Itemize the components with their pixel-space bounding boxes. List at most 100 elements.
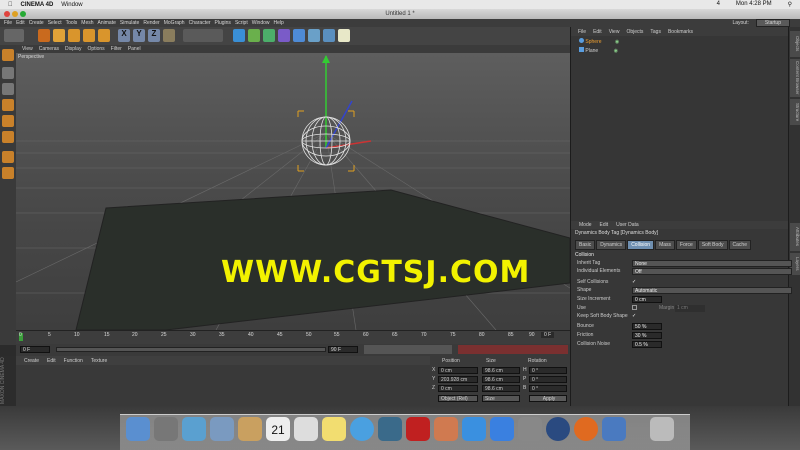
apple-icon[interactable]:  <box>8 2 13 8</box>
menu-help[interactable]: Help <box>274 20 284 26</box>
undo-icon[interactable] <box>4 29 24 42</box>
apply-button[interactable]: Apply <box>529 395 567 402</box>
deformer-icon[interactable] <box>278 29 290 42</box>
notes-icon[interactable] <box>322 417 346 441</box>
edges-mode-icon[interactable] <box>2 115 14 127</box>
collider-tag-icon[interactable]: ◉ <box>614 48 618 54</box>
friction-field[interactable]: 30 % <box>632 332 662 339</box>
dynamics-tag-icon[interactable]: ◉ <box>615 39 619 45</box>
object-row-plane[interactable]: Plane ◉ <box>579 47 618 54</box>
viewport-menu-view[interactable]: View <box>22 46 33 52</box>
size-mode-dropdown[interactable]: Size <box>482 395 520 402</box>
scale-icon[interactable] <box>68 29 80 42</box>
tab-basic[interactable]: Basic <box>575 240 596 250</box>
menu-simulate[interactable]: Simulate <box>120 20 139 26</box>
viewport-menu-options[interactable]: Options <box>87 46 104 52</box>
mail-icon[interactable] <box>210 417 234 441</box>
floor-icon[interactable] <box>308 29 320 42</box>
start-frame-field[interactable]: 0 F <box>20 346 50 353</box>
y-axis-button[interactable]: Y <box>133 29 145 42</box>
tab-content-browser[interactable]: Content Browser <box>790 59 800 97</box>
points-mode-icon[interactable] <box>2 99 14 111</box>
viewport-menu-filter[interactable]: Filter <box>111 46 122 52</box>
move-icon[interactable] <box>53 29 65 42</box>
spline-icon[interactable] <box>293 29 305 42</box>
app-menu[interactable]: CINEMA 4D <box>21 2 54 8</box>
playback-controls[interactable] <box>364 345 452 354</box>
size-x-field[interactable]: 98.6 cm <box>482 367 520 374</box>
viewport-menu-display[interactable]: Display <box>65 46 81 52</box>
workplane-mode-icon[interactable] <box>2 83 14 95</box>
axis-mode-icon[interactable] <box>2 151 14 163</box>
rotation-h-field[interactable]: 0 ° <box>529 367 567 374</box>
material-menu-texture[interactable]: Texture <box>91 358 107 364</box>
live-select-icon[interactable] <box>38 29 50 42</box>
movie-app-icon[interactable] <box>602 417 626 441</box>
range-slider[interactable] <box>56 347 326 352</box>
inherit-tag-dropdown[interactable]: None <box>632 260 792 267</box>
minimize-button[interactable] <box>12 11 18 17</box>
zoom-button[interactable] <box>20 11 26 17</box>
attributes-menu-edit[interactable]: Edit <box>600 222 609 228</box>
coord-mode-dropdown[interactable]: Object (Rel) <box>438 395 478 402</box>
cinema-4d-icon[interactable] <box>546 417 570 441</box>
individual-elements-dropdown[interactable]: Off <box>632 268 792 275</box>
finder-icon[interactable] <box>126 417 150 441</box>
texture-mode-icon[interactable] <box>2 67 14 79</box>
menu-select[interactable]: Select <box>48 20 62 26</box>
calendar-icon[interactable]: 21 <box>266 417 290 441</box>
render-buttons[interactable] <box>183 29 223 42</box>
position-z-field[interactable]: 0 cm <box>438 385 478 392</box>
camera-icon[interactable] <box>323 29 335 42</box>
menu-animate[interactable]: Animate <box>98 20 116 26</box>
menu-script[interactable]: Script <box>235 20 248 26</box>
tab-objects[interactable]: Objects <box>790 31 800 57</box>
tab-dynamics[interactable]: Dynamics <box>596 240 627 250</box>
trash-icon[interactable] <box>650 417 674 441</box>
coordinate-system-icon[interactable] <box>163 29 175 42</box>
system-preferences-icon[interactable] <box>518 417 542 441</box>
array-icon[interactable] <box>263 29 275 42</box>
layout-dropdown[interactable]: Startup <box>755 19 790 27</box>
object-menu-file[interactable]: File <box>578 29 586 35</box>
menu-plugins[interactable]: Plugins <box>215 20 231 26</box>
viewport-menu-cameras[interactable]: Cameras <box>39 46 59 52</box>
messages-icon[interactable] <box>350 417 374 441</box>
reminders-icon[interactable] <box>294 417 318 441</box>
menu-render[interactable]: Render <box>143 20 159 26</box>
itunes-icon[interactable] <box>462 417 486 441</box>
rotate-icon[interactable] <box>83 29 95 42</box>
add-icon[interactable] <box>98 29 110 42</box>
app-store-icon[interactable] <box>490 417 514 441</box>
object-menu-view[interactable]: View <box>609 29 620 35</box>
keep-soft-body-checkbox[interactable]: ✓ <box>632 313 636 319</box>
z-axis-button[interactable]: Z <box>148 29 160 42</box>
self-collisions-checkbox[interactable]: ✓ <box>632 279 636 285</box>
contacts-icon[interactable] <box>238 417 262 441</box>
keyframe-controls[interactable] <box>458 345 568 354</box>
menu-file[interactable]: File <box>4 20 12 26</box>
x-axis-button[interactable]: X <box>118 29 130 42</box>
tab-soft-body[interactable]: Soft Body <box>697 240 728 250</box>
spotlight-icon[interactable]: ⚲ <box>788 1 792 8</box>
object-menu-objects[interactable]: Objects <box>626 29 643 35</box>
model-mode-icon[interactable] <box>2 49 14 61</box>
tab-structure[interactable]: Structure <box>790 99 800 125</box>
object-menu-edit[interactable]: Edit <box>593 29 602 35</box>
tab-cache[interactable]: Cache <box>728 240 751 250</box>
menu-mesh[interactable]: Mesh <box>81 20 93 26</box>
iphoto-icon[interactable] <box>434 417 458 441</box>
position-x-field[interactable]: 0 cm <box>438 367 478 374</box>
position-y-field[interactable]: 203.928 cm <box>438 376 478 383</box>
size-increment-field[interactable]: 0 cm <box>632 296 662 303</box>
light-icon[interactable] <box>338 29 350 42</box>
perspective-viewport[interactable]: Perspective WWW.CGTSJ.COM <box>16 53 570 330</box>
tab-attributes[interactable]: Attributes <box>790 223 800 251</box>
rotation-p-field[interactable]: 0 ° <box>529 376 567 383</box>
viewport-menu-panel[interactable]: Panel <box>128 46 141 52</box>
tab-mass[interactable]: Mass <box>655 240 676 250</box>
clock[interactable]: Mon 4:28 PM <box>736 1 772 8</box>
object-menu-tags[interactable]: Tags <box>650 29 661 35</box>
tab-force[interactable]: Force <box>676 240 697 250</box>
polygons-mode-icon[interactable] <box>2 131 14 143</box>
